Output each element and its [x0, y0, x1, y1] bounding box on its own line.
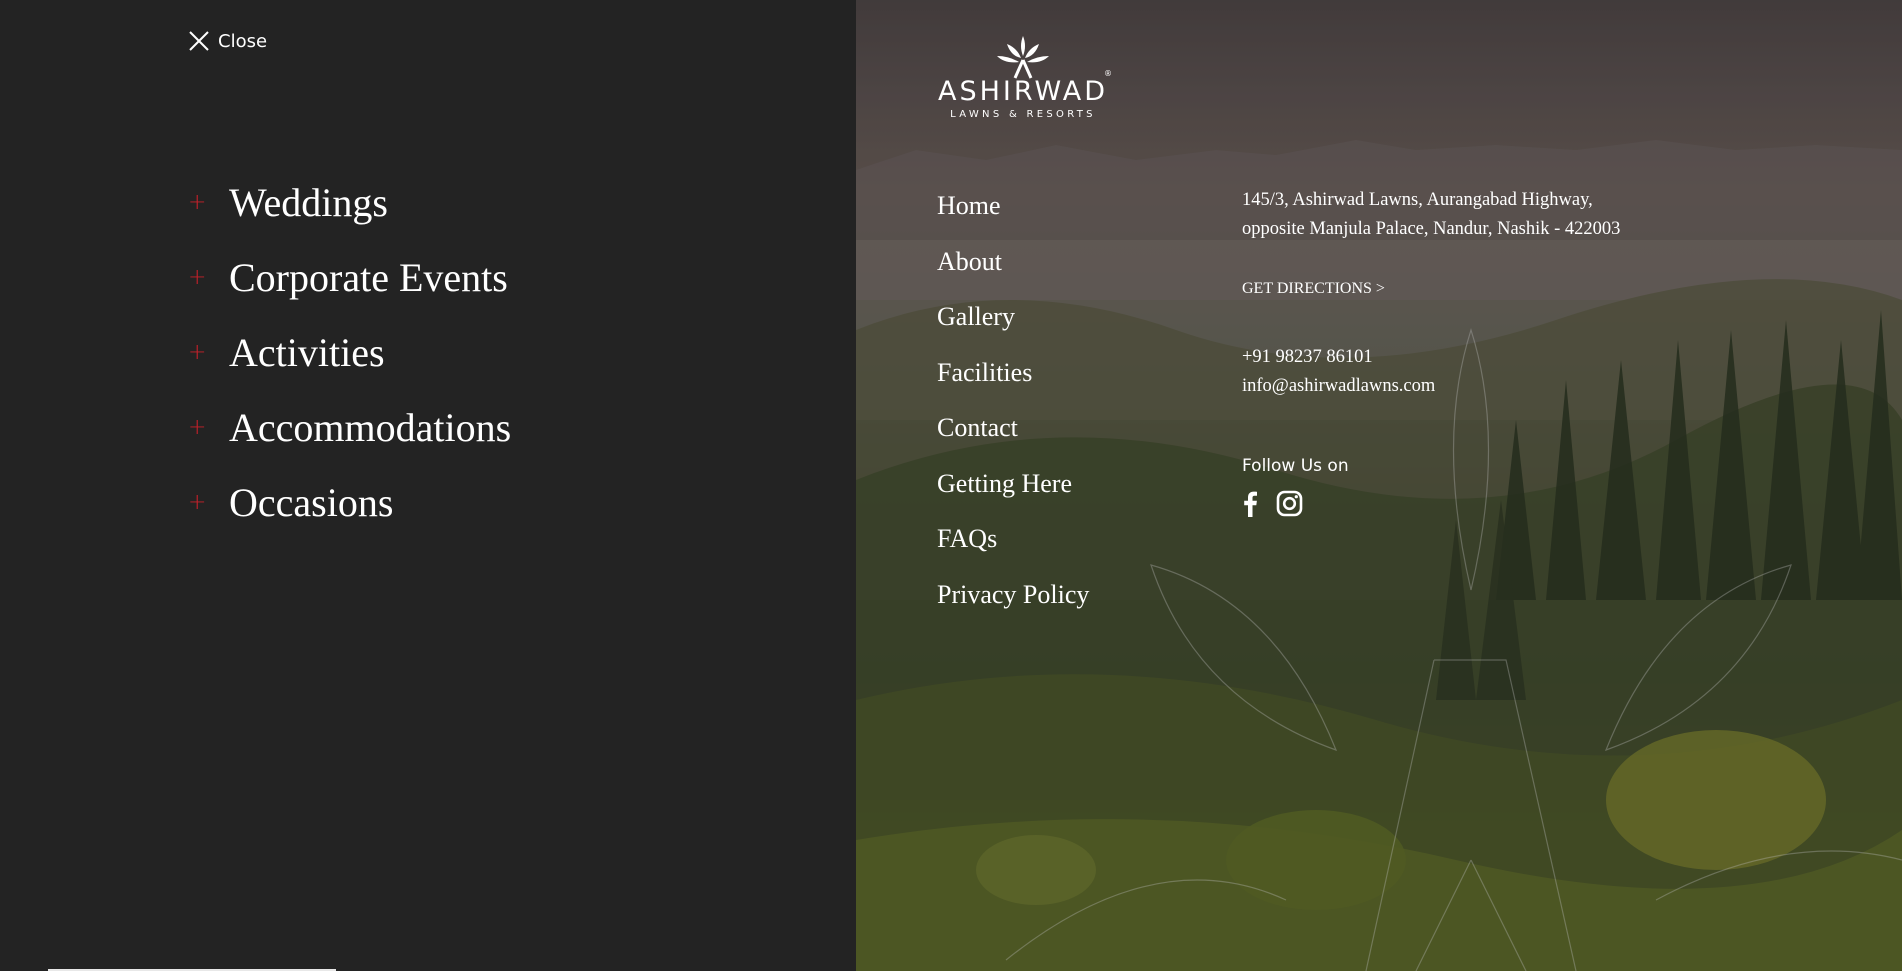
- menu-item-corporate-events[interactable]: + Corporate Events: [188, 240, 511, 315]
- contact-info: 145/3, Ashirwad Lawns, Aurangabad Highwa…: [1242, 186, 1762, 517]
- nav-link-home[interactable]: Home: [937, 186, 1089, 242]
- plus-icon[interactable]: +: [188, 191, 229, 214]
- logo-tagline: LAWNS & RESORTS: [950, 109, 1096, 120]
- logo-brand: ASHIRWAD: [938, 76, 1109, 107]
- nav-link-about[interactable]: About: [937, 242, 1089, 298]
- main-menu: + Weddings + Corporate Events + Activiti…: [188, 165, 511, 540]
- right-info-panel: ASHIRWAD ® LAWNS & RESORTS Home About Gal…: [856, 0, 1902, 971]
- nav-link-privacy-policy[interactable]: Privacy Policy: [937, 575, 1089, 631]
- facebook-icon[interactable]: [1242, 491, 1258, 517]
- menu-item-accommodations[interactable]: + Accommodations: [188, 390, 511, 465]
- phone-link[interactable]: +91 98237 86101: [1242, 343, 1762, 372]
- plus-icon[interactable]: +: [188, 341, 229, 364]
- close-label: Close: [218, 30, 268, 52]
- brand-logo[interactable]: ASHIRWAD ® LAWNS & RESORTS: [938, 32, 1112, 120]
- menu-item-label[interactable]: Weddings: [229, 182, 388, 223]
- nav-link-facilities[interactable]: Facilities: [937, 353, 1089, 409]
- follow-heading: Follow Us on: [1242, 456, 1349, 476]
- menu-item-label[interactable]: Accommodations: [229, 407, 511, 448]
- menu-item-activities[interactable]: + Activities: [188, 315, 511, 390]
- menu-item-weddings[interactable]: + Weddings: [188, 165, 511, 240]
- secondary-nav: Home About Gallery Facilities Contact Ge…: [937, 186, 1089, 630]
- menu-item-label[interactable]: Corporate Events: [229, 257, 508, 298]
- address-line-1: 145/3, Ashirwad Lawns, Aurangabad Highwa…: [1242, 190, 1593, 210]
- logo-brand-text: ASHIRWAD ®: [938, 70, 1112, 107]
- address: 145/3, Ashirwad Lawns, Aurangabad Highwa…: [1242, 186, 1762, 244]
- menu-item-label[interactable]: Occasions: [229, 482, 393, 523]
- get-directions-link[interactable]: GET DIRECTIONS >: [1242, 280, 1762, 298]
- email-link[interactable]: info@ashirwadlawns.com: [1242, 372, 1762, 401]
- lotus-logo-icon: [997, 36, 1049, 79]
- plus-icon[interactable]: +: [188, 266, 229, 289]
- nav-link-getting-here[interactable]: Getting Here: [937, 464, 1089, 520]
- close-button[interactable]: Close: [188, 30, 267, 52]
- menu-item-occasions[interactable]: + Occasions: [188, 465, 511, 540]
- nav-link-gallery[interactable]: Gallery: [937, 297, 1089, 353]
- nav-link-contact[interactable]: Contact: [937, 408, 1089, 464]
- address-line-2: opposite Manjula Palace, Nandur, Nashik …: [1242, 219, 1621, 239]
- social-links: [1242, 490, 1762, 517]
- close-icon: [189, 31, 209, 51]
- menu-overlay: Close + Weddings + Corporate Events + Ac…: [0, 0, 1902, 971]
- menu-item-label[interactable]: Activities: [229, 332, 385, 373]
- registered-mark: ®: [1104, 69, 1112, 78]
- plus-icon[interactable]: +: [188, 491, 229, 514]
- nav-link-faqs[interactable]: FAQs: [937, 519, 1089, 575]
- left-menu-panel: Close + Weddings + Corporate Events + Ac…: [0, 0, 856, 971]
- plus-icon[interactable]: +: [188, 416, 229, 439]
- instagram-icon[interactable]: [1276, 490, 1303, 517]
